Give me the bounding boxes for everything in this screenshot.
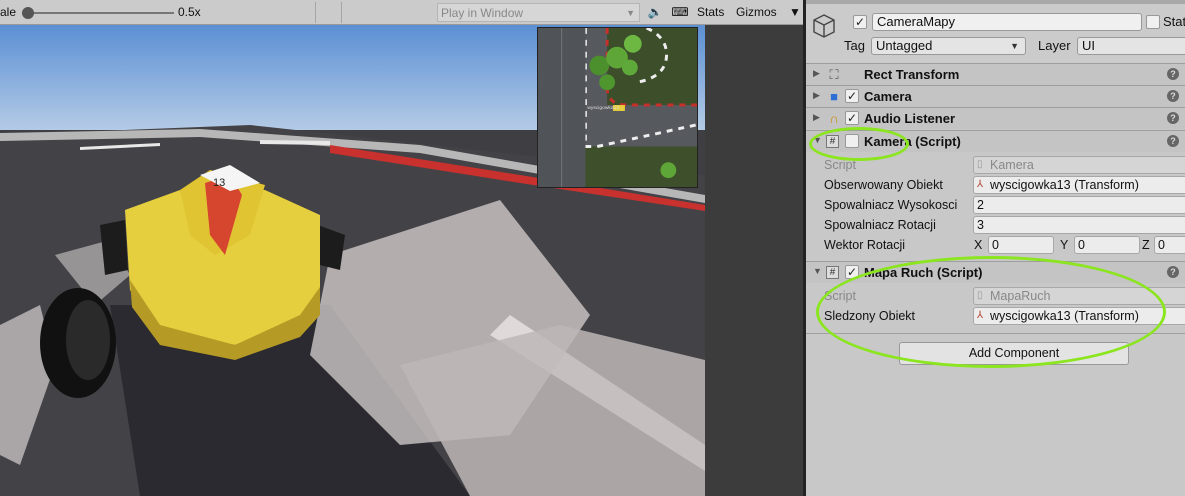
mute-audio-icon[interactable]: 🔈 <box>645 4 665 21</box>
sledzony-obiekt-field[interactable]: ⅄ wyscigowka13 (Transform) <box>973 307 1185 325</box>
component-camera[interactable]: ▶ ■ ✓ Camera ? <box>806 85 1185 107</box>
object-header: ✓ CameraMapy Stat Tag Untagged ▼ Layer U… <box>806 0 1185 63</box>
help-icon[interactable]: ? <box>1167 135 1179 147</box>
add-component-button[interactable]: Add Component <box>899 342 1129 365</box>
wektor-z-field[interactable]: 0 <box>1154 236 1185 254</box>
object-name-field[interactable]: CameraMapy <box>872 13 1142 31</box>
kamera-script-field: ▯ Kamera <box>973 156 1185 174</box>
play-mode-label: Play in Window <box>441 6 524 20</box>
camera-icon: ■ <box>830 89 838 104</box>
spowalniacz-wysokosci-label: Spowalniacz Wysokosci <box>824 198 958 212</box>
wektor-y-field[interactable]: 0 <box>1074 236 1140 254</box>
obserwowany-obiekt-field[interactable]: ⅄ wyscigowka13 (Transform) <box>973 176 1185 194</box>
static-checkbox[interactable] <box>1146 15 1160 29</box>
tag-dropdown[interactable]: Untagged ▼ <box>871 37 1026 55</box>
stats-button[interactable]: Stats <box>697 3 724 22</box>
mapa-script-value: MapaRuch <box>990 289 1051 303</box>
section-divider <box>806 333 1185 334</box>
play-mode-dropdown[interactable]: Play in Window ▼ <box>437 3 640 22</box>
minimap-car-label: wyscigowka13 <box>587 105 619 111</box>
static-label: Stat <box>1163 14 1185 29</box>
scale-slider[interactable] <box>28 12 174 14</box>
layer-value: UI <box>1082 38 1095 53</box>
toolbar-divider <box>341 2 342 23</box>
sledzony-obiekt-value: wyscigowka13 (Transform) <box>990 309 1139 323</box>
display-icon[interactable]: ⌨ <box>670 4 690 21</box>
scale-value: 0.5x <box>178 5 201 19</box>
layer-dropdown[interactable]: UI <box>1077 37 1185 55</box>
game-view-background <box>705 25 803 496</box>
script-file-icon: ▯ <box>977 290 983 301</box>
chevron-down-icon[interactable]: ▼ <box>789 3 801 22</box>
component-audio-listener[interactable]: ▶ ∩ ✓ Audio Listener ? <box>806 107 1185 129</box>
mapa-script-label: Script <box>824 289 856 303</box>
component-title: Camera <box>864 89 912 104</box>
scale-slider-knob[interactable] <box>22 7 34 19</box>
inspector-tab-bar <box>806 0 1185 4</box>
gizmos-button[interactable]: Gizmos <box>736 3 777 22</box>
svg-text:13: 13 <box>213 177 225 189</box>
transform-icon: ⅄ <box>977 310 984 321</box>
kamera-script-value: Kamera <box>990 158 1034 172</box>
spowalniacz-rotacji-label: Spowalniacz Rotacji <box>824 218 936 232</box>
component-title: Audio Listener <box>864 111 956 126</box>
script-hash-icon: # <box>826 135 839 148</box>
transform-icon: ⅄ <box>977 179 984 190</box>
x-label: X <box>974 238 983 252</box>
fold-arrow-icon[interactable]: ▶ <box>813 90 820 101</box>
game-view[interactable]: 13 wyscigowka13 <box>0 0 705 496</box>
chevron-down-icon: ▼ <box>626 8 635 18</box>
component-enable-checkbox[interactable]: ✓ <box>845 111 859 125</box>
tag-label: Tag <box>844 38 865 53</box>
spowalniacz-wysokosci-field[interactable]: 2 <box>973 196 1185 214</box>
help-icon[interactable]: ? <box>1167 90 1179 102</box>
component-kamera-script[interactable]: ▼ # Kamera (Script) ? <box>806 130 1185 152</box>
layer-label: Layer <box>1038 38 1071 53</box>
tag-value: Untagged <box>876 38 933 53</box>
obserwowany-obiekt-value: wyscigowka13 (Transform) <box>990 178 1139 192</box>
fold-arrow-icon[interactable]: ▶ <box>813 112 820 123</box>
game-view-toolbar: ale 0.5x Play in Window ▼ 🔈 ⌨ Stats Gizm… <box>0 0 803 25</box>
help-icon[interactable]: ? <box>1167 68 1179 80</box>
spowalniacz-rotacji-field[interactable]: 3 <box>973 216 1185 234</box>
wektor-x-field[interactable]: 0 <box>988 236 1054 254</box>
component-title: Kamera (Script) <box>864 134 961 149</box>
scale-label: ale <box>0 5 17 19</box>
fold-arrow-icon[interactable]: ▶ <box>813 68 820 79</box>
kamera-script-label: Script <box>824 158 856 172</box>
sledzony-obiekt-label: Sledzony Obiekt <box>824 309 916 323</box>
help-icon[interactable]: ? <box>1167 266 1179 278</box>
component-rect-transform[interactable]: ▶ ⛶ Rect Transform ? <box>806 63 1185 85</box>
help-icon[interactable]: ? <box>1167 112 1179 124</box>
obserwowany-obiekt-label: Obserwowany Obiekt <box>824 178 943 192</box>
active-checkbox[interactable]: ✓ <box>853 15 867 29</box>
mapa-script-field: ▯ MapaRuch <box>973 287 1185 305</box>
component-title: Mapa Ruch (Script) <box>864 265 983 280</box>
rect-transform-icon: ⛶ <box>829 67 839 82</box>
z-label: Z <box>1142 238 1150 252</box>
component-enable-checkbox[interactable] <box>845 134 859 148</box>
script-hash-icon: # <box>826 266 839 279</box>
component-title: Rect Transform <box>864 67 960 82</box>
minimap: wyscigowka13 <box>537 27 698 188</box>
gameobject-cube-icon <box>813 14 835 38</box>
component-mapa-ruch-script[interactable]: ▼ # ✓ Mapa Ruch (Script) ? <box>806 261 1185 283</box>
script-file-icon: ▯ <box>977 159 983 170</box>
inspector-panel: ✓ CameraMapy Stat Tag Untagged ▼ Layer U… <box>806 0 1185 496</box>
wektor-rotacji-label: Wektor Rotacji <box>824 238 906 252</box>
chevron-down-icon: ▼ <box>1010 41 1019 51</box>
toolbar-divider <box>315 2 316 23</box>
fold-arrow-icon[interactable]: ▼ <box>813 135 822 145</box>
component-enable-checkbox[interactable]: ✓ <box>845 265 859 279</box>
headphones-icon: ∩ <box>829 111 839 126</box>
y-label: Y <box>1060 238 1069 252</box>
component-enable-checkbox[interactable]: ✓ <box>845 89 859 103</box>
fold-arrow-icon[interactable]: ▼ <box>813 266 822 276</box>
